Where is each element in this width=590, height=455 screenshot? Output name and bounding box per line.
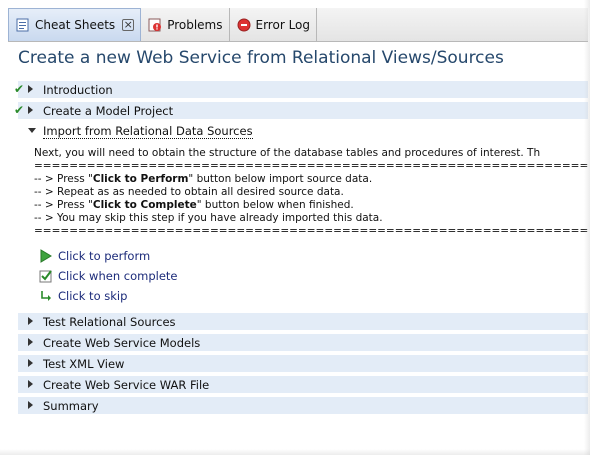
play-icon bbox=[38, 248, 54, 264]
step-create-web-service-war-file[interactable]: Create Web Service WAR File bbox=[18, 376, 588, 393]
tab-label: Cheat Sheets bbox=[35, 18, 116, 32]
expand-arrow-icon[interactable] bbox=[28, 401, 33, 409]
step-label: Test XML View bbox=[43, 356, 125, 371]
step-label: Import from Relational Data Sources bbox=[43, 124, 253, 139]
click-to-perform-link[interactable]: Click to perform bbox=[38, 248, 150, 264]
step-test-xml-view[interactable]: Test XML View bbox=[18, 355, 588, 372]
checkmark-icon: ✔ bbox=[14, 82, 25, 96]
description-line: -- > Repeat as as needed to obtain all d… bbox=[34, 186, 344, 198]
expand-arrow-icon[interactable] bbox=[28, 380, 33, 388]
description-separator: ========================================… bbox=[34, 160, 588, 172]
description-separator: ========================================… bbox=[34, 225, 588, 237]
description-intro: Next, you will need to obtain the struct… bbox=[34, 147, 541, 159]
step-description: Next, you will need to obtain the struct… bbox=[34, 147, 588, 238]
expand-arrow-icon[interactable] bbox=[28, 338, 33, 346]
action-label: Click when complete bbox=[58, 269, 178, 283]
page-title: Create a new Web Service from Relational… bbox=[18, 48, 504, 68]
tab-cheat-sheets[interactable]: Cheat Sheets × bbox=[8, 8, 142, 41]
description-line: -- > Press " bbox=[34, 173, 93, 185]
cheat-sheet-content: Create a new Web Service from Relational… bbox=[8, 42, 588, 453]
step-label: Create Web Service Models bbox=[43, 335, 201, 350]
window-shadow bbox=[584, 0, 590, 455]
view-tab-bar: Cheat Sheets × Problems Error Log bbox=[8, 8, 588, 42]
description-bold: Click to Complete bbox=[92, 199, 197, 211]
description-bold: Click to Perform bbox=[92, 173, 189, 185]
step-create-model-project[interactable]: ✔ Create a Model Project bbox=[14, 102, 588, 119]
skip-arrow-icon bbox=[38, 288, 54, 304]
step-label: Create a Model Project bbox=[43, 103, 174, 118]
action-label: Click to perform bbox=[58, 249, 151, 263]
expand-arrow-icon[interactable] bbox=[28, 106, 33, 114]
step-test-relational-sources[interactable]: Test Relational Sources bbox=[18, 313, 588, 330]
tab-label: Error Log bbox=[255, 17, 311, 32]
click-when-complete-link[interactable]: Click when complete bbox=[38, 268, 178, 284]
step-summary[interactable]: Summary bbox=[18, 397, 588, 414]
step-create-web-service-models[interactable]: Create Web Service Models bbox=[18, 334, 588, 351]
click-to-skip-link[interactable]: Click to skip bbox=[38, 288, 127, 304]
expand-arrow-icon[interactable] bbox=[28, 85, 33, 93]
checkmark-icon: ✔ bbox=[14, 103, 25, 117]
close-icon[interactable]: × bbox=[122, 19, 135, 31]
expand-arrow-icon[interactable] bbox=[28, 359, 33, 367]
complete-check-icon bbox=[38, 268, 54, 284]
cheat-sheets-view: Cheat Sheets × Problems Error Log Create… bbox=[0, 0, 588, 453]
step-introduction[interactable]: ✔ Introduction bbox=[14, 81, 588, 98]
window-shadow bbox=[0, 449, 590, 455]
step-label: Test Relational Sources bbox=[43, 314, 176, 329]
step-label: Create Web Service WAR File bbox=[43, 377, 210, 392]
step-label: Summary bbox=[43, 398, 99, 413]
step-label: Introduction bbox=[43, 82, 113, 97]
tab-problems[interactable]: Problems bbox=[141, 8, 230, 41]
description-line: " button below when finished. bbox=[196, 199, 354, 211]
expand-arrow-icon[interactable] bbox=[28, 317, 33, 325]
error-log-icon bbox=[236, 17, 252, 33]
description-line: -- > You may skip this step if you have … bbox=[34, 212, 383, 224]
description-line: " button below import source data. bbox=[188, 173, 373, 185]
tab-label: Problems bbox=[167, 17, 223, 32]
step-import-relational-sources[interactable]: Import from Relational Data Sources bbox=[18, 123, 588, 140]
cheat-sheet-icon bbox=[15, 17, 31, 33]
tab-error-log[interactable]: Error Log bbox=[230, 8, 317, 41]
description-line: -- > Press " bbox=[34, 199, 93, 211]
collapse-arrow-icon[interactable] bbox=[28, 128, 36, 133]
problems-icon bbox=[147, 17, 163, 33]
action-label: Click to skip bbox=[58, 289, 128, 303]
